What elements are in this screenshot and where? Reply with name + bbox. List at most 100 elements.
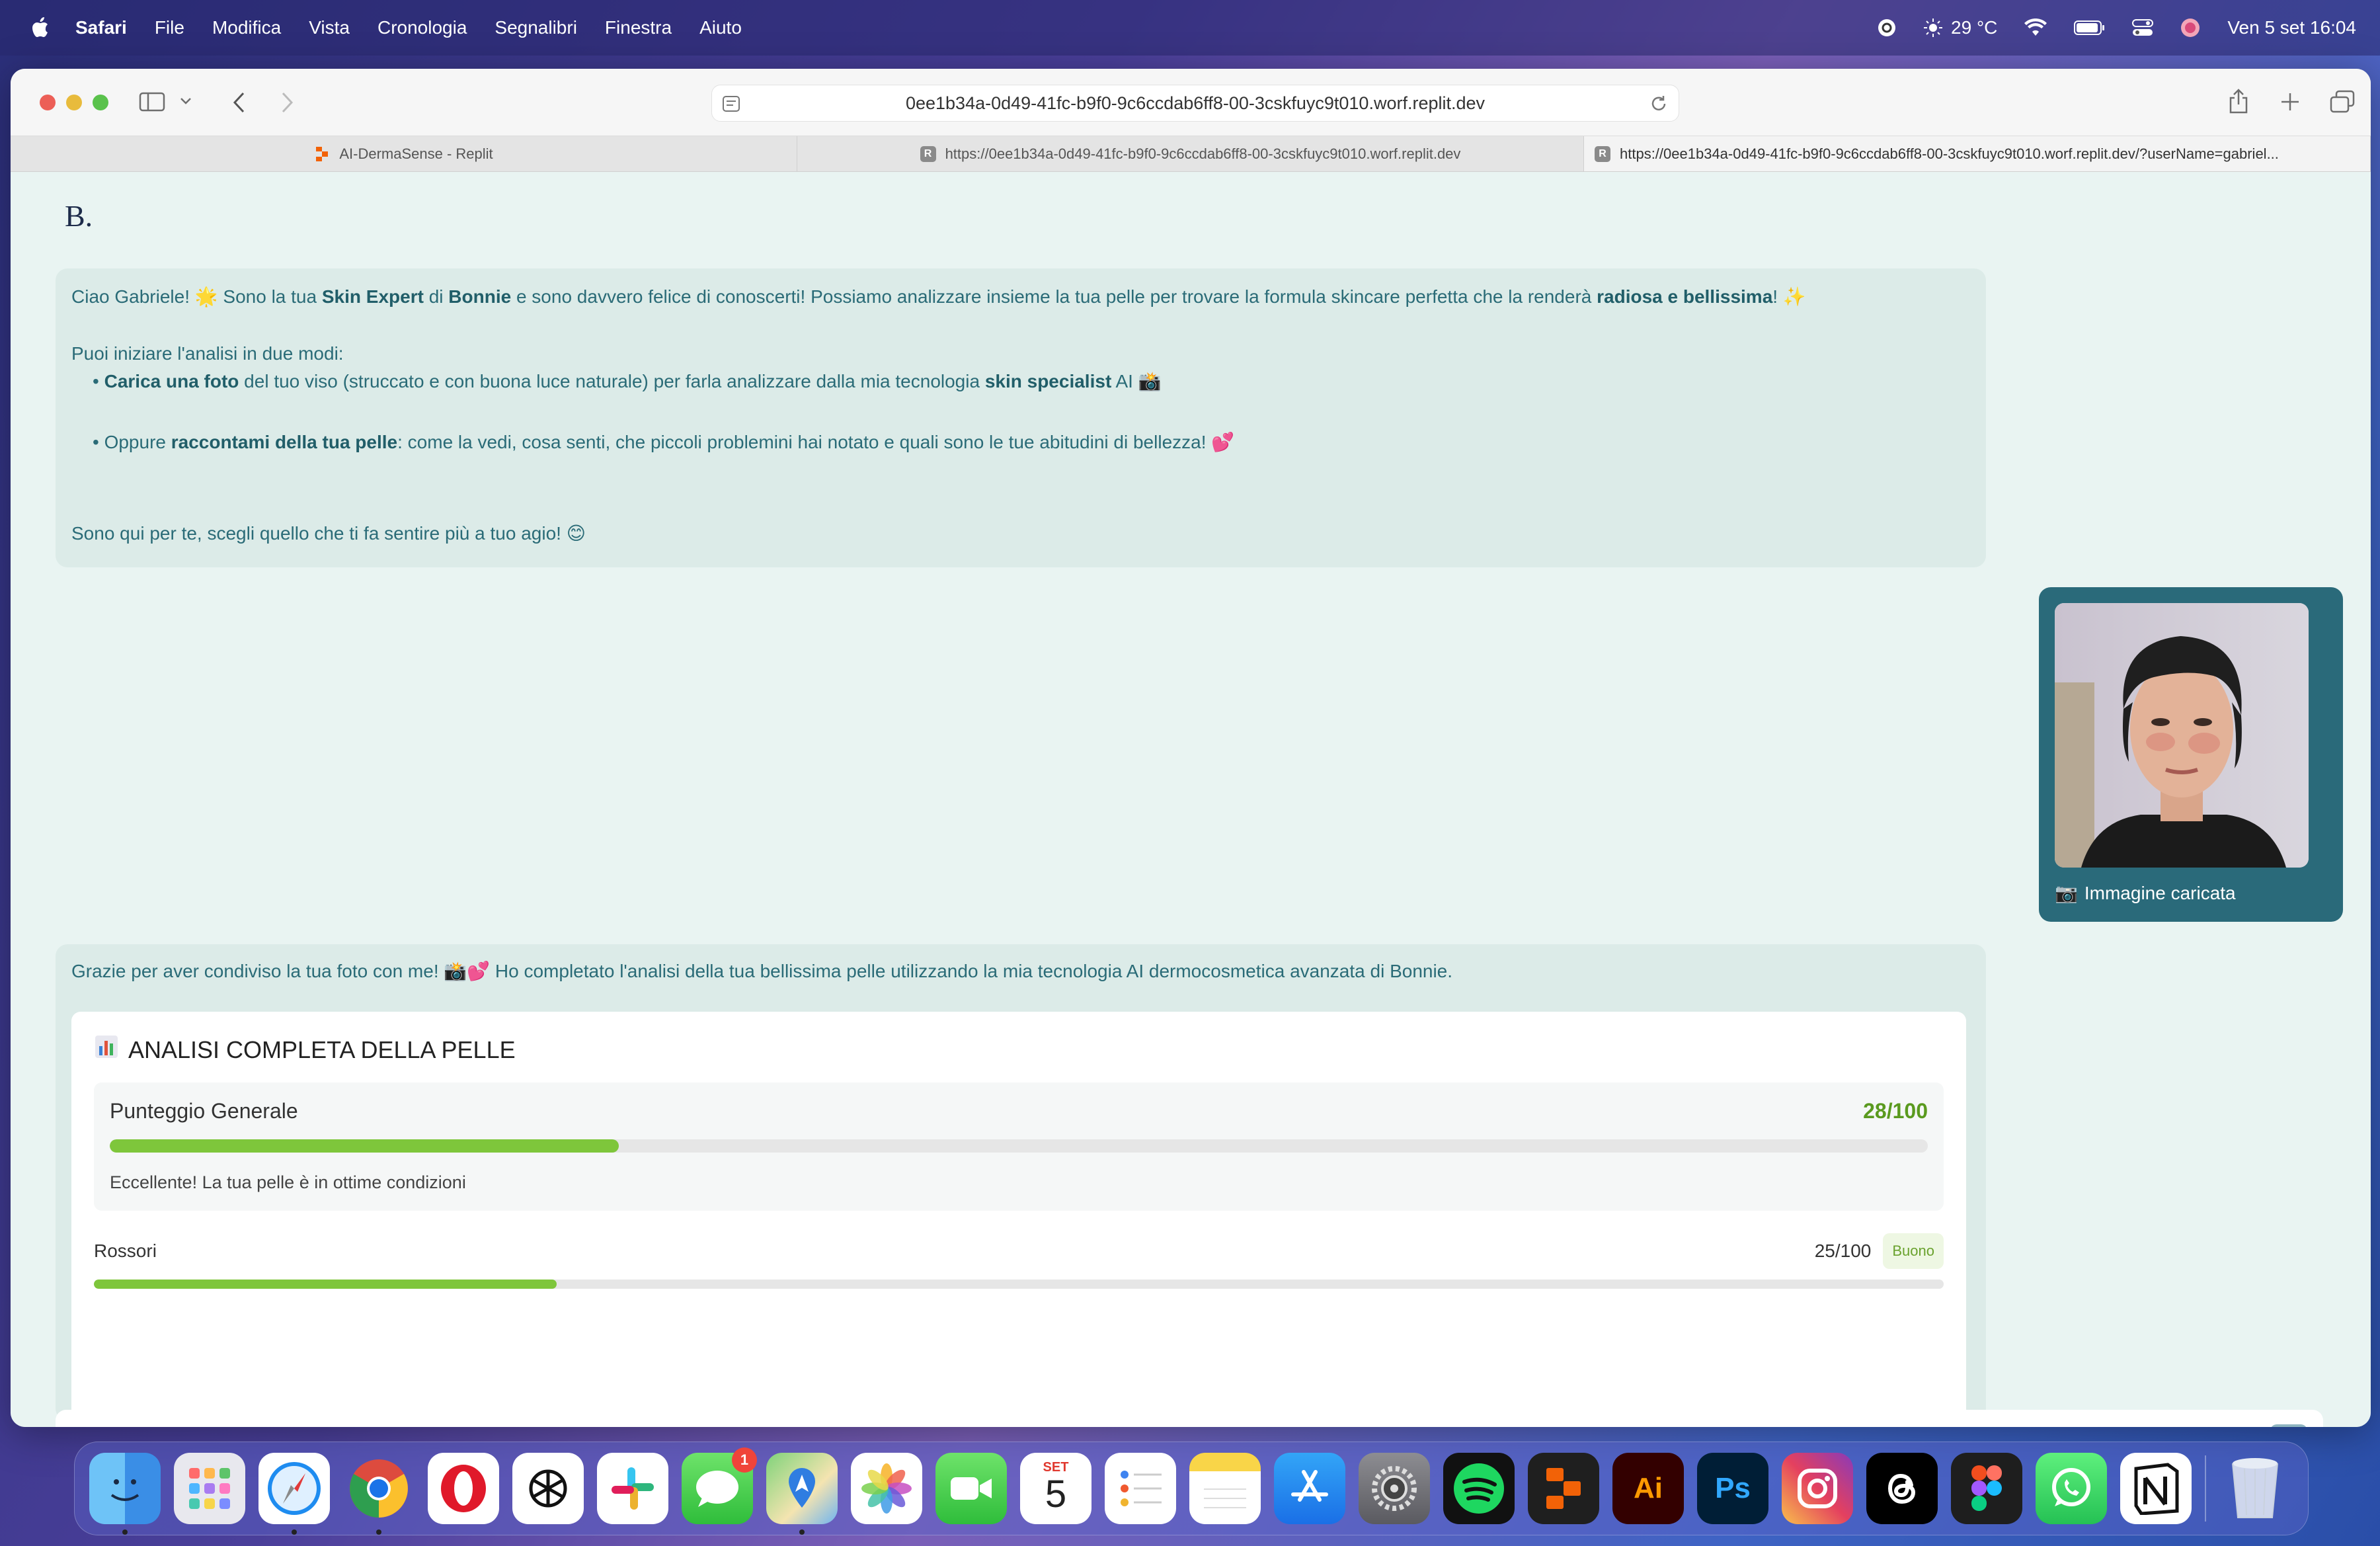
reload-icon[interactable] [1649, 95, 1668, 113]
tab-label: https://0ee1b34a-0d49-41fc-b9f0-9c6ccdab… [1620, 145, 2279, 162]
overall-score-description: Eccellente! La tua pelle è in ottime con… [110, 1172, 466, 1192]
figma-icon[interactable] [1951, 1453, 2022, 1524]
tab-overview-icon[interactable] [2330, 90, 2355, 114]
overall-score-value: 28/100 [1863, 1099, 1928, 1123]
finder-icon[interactable] [89, 1453, 161, 1535]
dock: 1 SET 5 Ai Ps [74, 1442, 2309, 1535]
overall-score-bar [110, 1139, 1928, 1153]
share-icon[interactable] [2228, 89, 2249, 115]
instagram-icon[interactable] [1782, 1453, 1853, 1524]
minimize-window-button[interactable] [66, 94, 82, 110]
photos-icon[interactable] [851, 1453, 922, 1524]
apple-icon[interactable] [26, 15, 53, 41]
page-menu-icon[interactable] [721, 95, 741, 113]
weather-temp: 29 °C [1951, 17, 1998, 38]
spotify-icon[interactable] [1443, 1453, 1515, 1524]
back-icon[interactable] [231, 91, 247, 114]
tab-app[interactable]: R https://0ee1b34a-0d49-41fc-b9f0-9c6ccd… [797, 136, 1584, 171]
menu-vista[interactable]: Vista [309, 17, 350, 38]
calendar-day: 5 [1045, 1472, 1067, 1516]
chrome-icon[interactable] [343, 1453, 415, 1535]
assistant-message-analysis: Grazie per aver condiviso la tua foto co… [56, 944, 1986, 1420]
safari-window: 0ee1b34a-0d49-41fc-b9f0-9c6ccdab6ff8-00-… [11, 69, 2371, 1427]
tab-label: https://0ee1b34a-0d49-41fc-b9f0-9c6ccdab… [945, 145, 1461, 162]
menu-app-name[interactable]: Safari [75, 17, 127, 38]
tab-app-active[interactable]: R https://0ee1b34a-0d49-41fc-b9f0-9c6ccd… [1584, 136, 2371, 171]
settings-icon[interactable] [1359, 1453, 1430, 1524]
battery-icon[interactable] [2074, 20, 2106, 36]
illustrator-icon[interactable]: Ai [1612, 1453, 1684, 1524]
photoshop-icon[interactable]: Ps [1697, 1453, 1768, 1524]
zoom-window-button[interactable] [93, 94, 108, 110]
address-bar[interactable]: 0ee1b34a-0d49-41fc-b9f0-9c6ccdab6ff8-00-… [711, 85, 1679, 122]
menu-segnalibri[interactable]: Segnalibri [495, 17, 577, 38]
notes-icon[interactable] [1189, 1453, 1261, 1524]
user-photo-message: 📷 Immagine caricata [2039, 587, 2343, 922]
whatsapp-icon[interactable] [2036, 1453, 2107, 1524]
replit-icon [314, 146, 330, 162]
trash-icon[interactable] [2219, 1453, 2291, 1524]
site-favicon: R [920, 145, 936, 162]
facetime-icon[interactable] [935, 1453, 1007, 1524]
threads-icon[interactable] [1866, 1453, 1938, 1524]
skin-analysis-card: ANALISI COMPLETA DELLA PELLE Punteggio G… [71, 1012, 1966, 1420]
wifi-icon[interactable] [2024, 19, 2047, 37]
sidebar-toggle-icon[interactable] [139, 91, 165, 112]
slack-icon[interactable] [597, 1453, 668, 1524]
replit-icon[interactable] [1528, 1453, 1599, 1524]
maps-icon[interactable] [766, 1453, 838, 1535]
overall-score-label: Punteggio Generale [110, 1099, 298, 1123]
menu-cronologia[interactable]: Cronologia [377, 17, 467, 38]
option-upload-photo: • Carica una foto del tuo viso (struccat… [93, 371, 1162, 391]
status-badge: Buono [1883, 1233, 1944, 1269]
notion-icon[interactable] [2120, 1453, 2192, 1524]
message-composer [56, 1410, 2323, 1427]
bar-chart-icon [94, 1034, 119, 1065]
assistant-message-welcome: Ciao Gabriele! 🌟 Sono la tua Skin Expert… [56, 268, 1986, 567]
appstore-icon[interactable] [1274, 1453, 1345, 1524]
overall-score-fill [110, 1139, 619, 1153]
messages-icon[interactable]: 1 [682, 1447, 757, 1524]
tab-replit[interactable]: AI-DermaSense - Replit [11, 136, 797, 171]
menu-finestra[interactable]: Finestra [605, 17, 672, 38]
menubar: Safari File Modifica Vista Cronologia Se… [0, 0, 2380, 56]
reminders-icon[interactable] [1105, 1453, 1176, 1524]
menu-file[interactable]: File [155, 17, 184, 38]
metric-value: 25/100 [1814, 1241, 1872, 1261]
forward-icon[interactable] [279, 91, 295, 114]
opera-icon[interactable] [428, 1453, 499, 1524]
brand-logo[interactable]: B. [65, 198, 93, 233]
upload-caption: 📷 Immagine caricata [2055, 882, 2236, 904]
uploaded-face-photo[interactable] [2055, 603, 2309, 868]
window-controls [40, 94, 108, 110]
menu-modifica[interactable]: Modifica [212, 17, 281, 38]
welcome-closing: Sono qui per te, scegli quello che ti fa… [71, 523, 586, 544]
metric-label: Rossori [94, 1241, 157, 1261]
camera-icon: 📷 [2055, 883, 2078, 903]
sun-icon [1924, 19, 1943, 37]
welcome-options-heading: Puoi iniziare l'analisi in due modi: [71, 343, 344, 364]
toolbar: 0ee1b34a-0d49-41fc-b9f0-9c6ccdab6ff8-00-… [11, 69, 2371, 136]
analysis-title: ANALISI COMPLETA DELLA PELLE [94, 1034, 1944, 1065]
chevron-down-icon[interactable] [180, 97, 192, 106]
chatgpt-icon[interactable] [512, 1453, 584, 1524]
url-text[interactable]: 0ee1b34a-0d49-41fc-b9f0-9c6ccdab6ff8-00-… [906, 93, 1485, 114]
send-button[interactable] [2270, 1424, 2307, 1427]
overall-score-box: Punteggio Generale 28/100 Eccellente! La… [94, 1082, 1944, 1211]
siri-icon[interactable] [2180, 17, 2201, 38]
menu-aiuto[interactable]: Aiuto [699, 17, 742, 38]
metric-fill [94, 1280, 557, 1289]
site-favicon: R [1595, 145, 1610, 162]
new-tab-icon[interactable] [2280, 91, 2301, 112]
threads-status-icon[interactable] [1877, 18, 1897, 38]
safari-icon[interactable] [258, 1453, 330, 1535]
tab-bar: AI-DermaSense - Replit R https://0ee1b34… [11, 136, 2371, 172]
control-center-icon[interactable] [2132, 19, 2154, 37]
weather-widget[interactable]: 29 °C [1923, 17, 1997, 38]
close-window-button[interactable] [40, 94, 56, 110]
launchpad-icon[interactable] [174, 1453, 245, 1524]
calendar-icon[interactable]: SET 5 [1020, 1453, 1091, 1524]
dock-separator [2205, 1455, 2206, 1522]
menubar-clock[interactable]: Ven 5 set 16:04 [2227, 17, 2356, 38]
metric-rossori: Rossori 25/100 Buono [94, 1233, 1944, 1289]
